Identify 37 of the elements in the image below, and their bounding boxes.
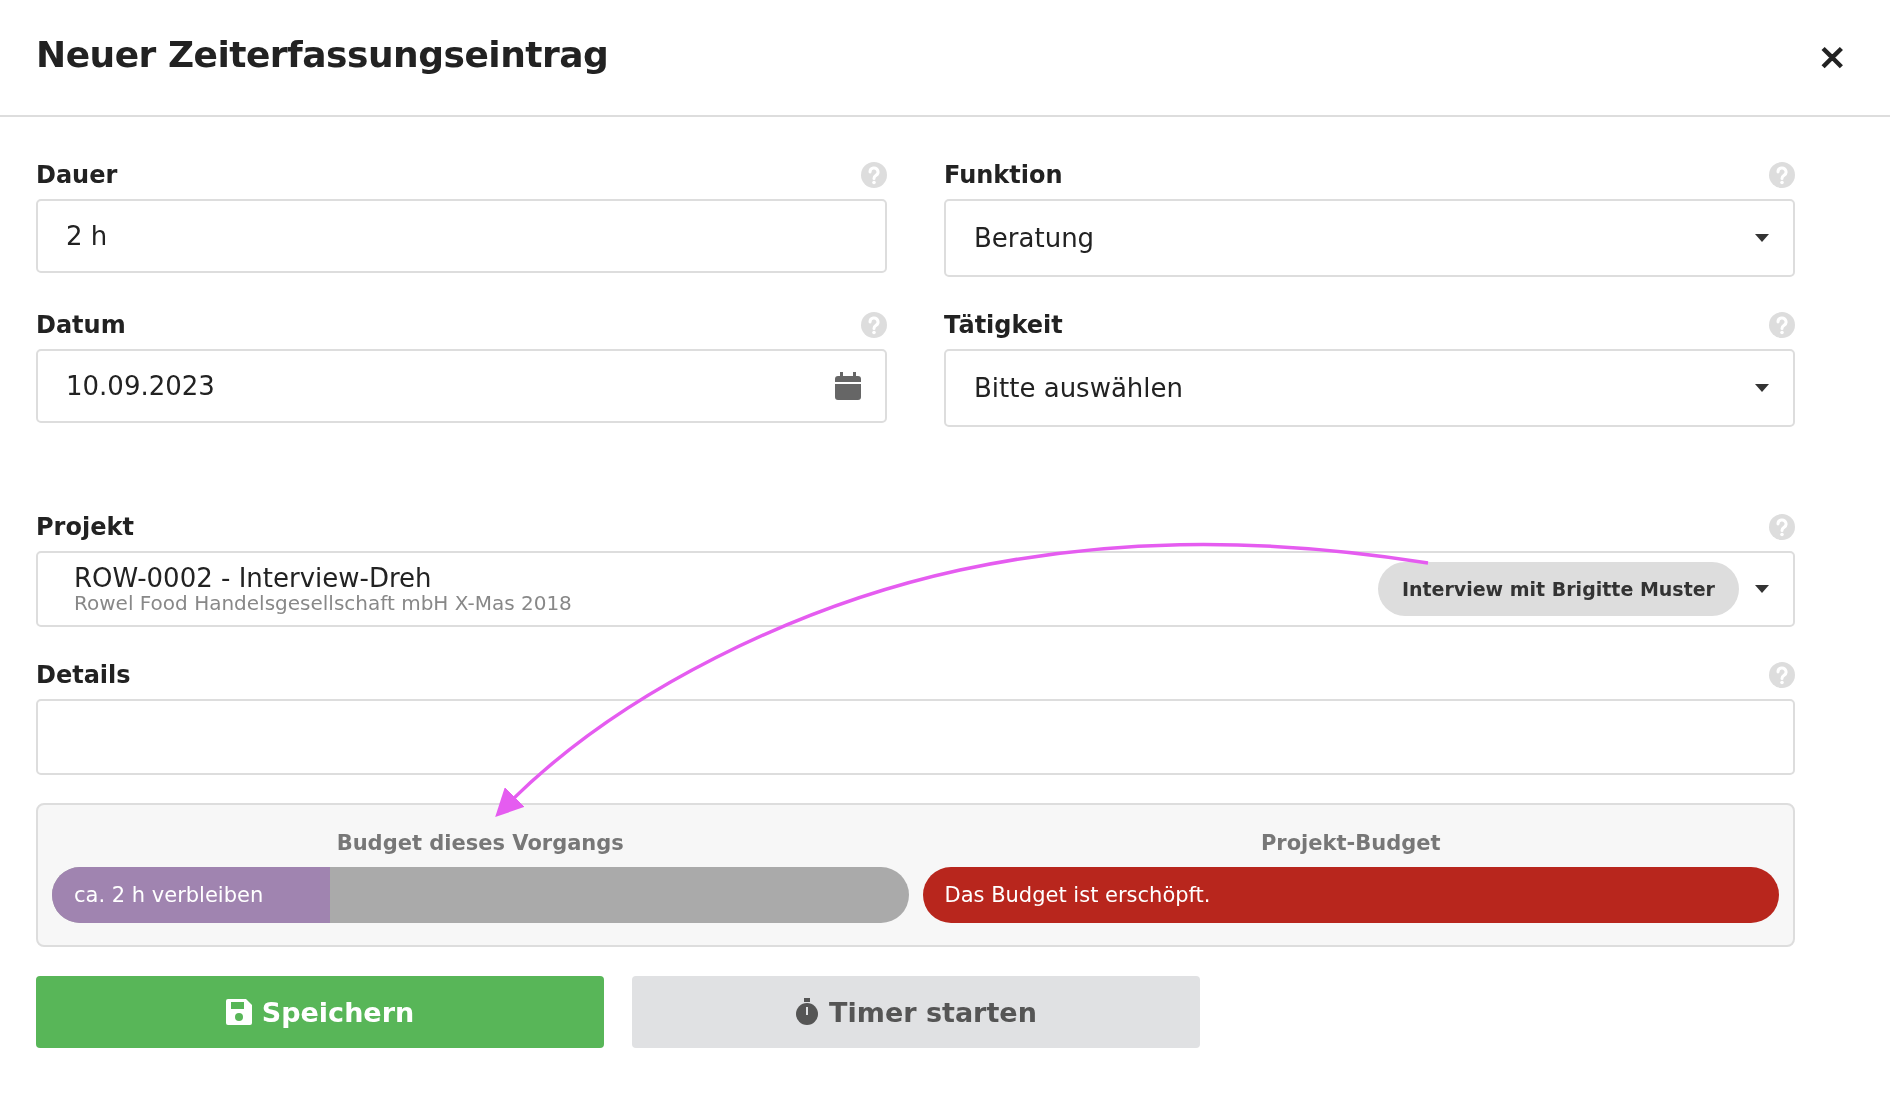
budget-title: Budget dieses Vorgangs <box>335 831 625 855</box>
project-subtitle: Rowel Food Handelsgesellschaft mbH X-Mas 2018 <box>74 592 573 614</box>
caret-icon <box>1755 234 1769 242</box>
stopwatch-icon <box>795 998 820 1026</box>
caret-icon <box>1755 384 1769 392</box>
caret-icon <box>1755 585 1769 593</box>
project-tag: Interview mit Brigitte Muster <box>1377 562 1739 616</box>
field-value: Beratung <box>974 223 1096 253</box>
timer-button[interactable]: Timer starten <box>632 976 1200 1048</box>
help-icon <box>861 162 887 188</box>
select-field[interactable]: Bitte auswählen <box>944 349 1795 427</box>
field-value: Bitte auswählen <box>974 373 1185 403</box>
calendar-icon <box>835 372 861 400</box>
help-icon <box>1769 662 1795 688</box>
help-icon <box>1769 514 1795 540</box>
help-icon <box>1769 162 1795 188</box>
select-field[interactable]: Beratung <box>944 199 1795 277</box>
dialog-title: Neuer Zeiterfassungseintrag <box>36 34 609 75</box>
date-field[interactable]: 10.09.2023 <box>36 349 887 423</box>
project-select[interactable]: ROW-0002 - Interview-Dreh Rowel Food Handelsgesellschaft mbH X-Mas 2018 Interview mit Brigitte Muster <box>36 551 1795 627</box>
field-label: Projekt <box>36 513 134 541</box>
budget-text: Das Budget ist erschöpft. <box>944 882 1211 909</box>
field-value: 2 h <box>66 221 109 251</box>
input-field[interactable]: 2 h <box>36 199 887 273</box>
field-value: 10.09.2023 <box>66 371 216 401</box>
field-label: Dauer <box>36 161 118 189</box>
project-title: ROW-0002 - Interview-Dreh <box>74 564 433 592</box>
budget-title: Projekt-Budget <box>1259 831 1442 855</box>
help-icon <box>861 312 887 338</box>
field-label: Tätigkeit <box>944 311 1063 339</box>
budget-text: ca. 2 h verbleiben <box>74 882 264 909</box>
details-field[interactable] <box>36 699 1795 775</box>
close-button[interactable]: ✕ <box>1818 37 1846 78</box>
field-label: Funktion <box>944 161 1063 189</box>
help-icon <box>1769 312 1795 338</box>
field-label: Datum <box>36 311 126 339</box>
field-label: Details <box>36 661 131 689</box>
